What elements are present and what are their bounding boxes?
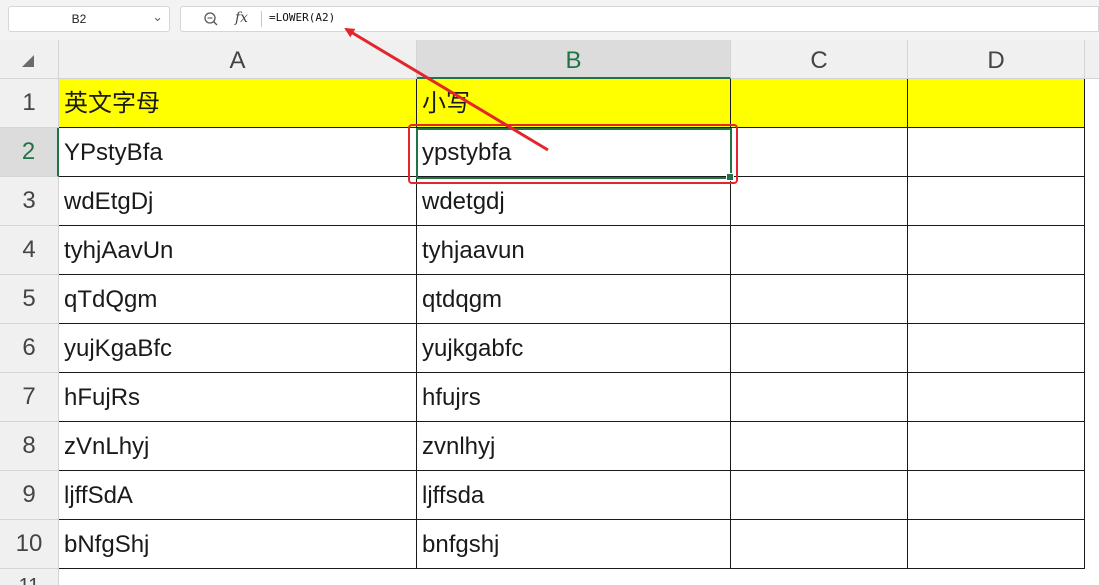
cell-c4[interactable] xyxy=(731,226,908,275)
cell-a7[interactable]: hFujRs xyxy=(59,373,417,422)
cell-b1[interactable]: 小写 xyxy=(417,79,731,128)
cell-b8[interactable]: zvnlhyj xyxy=(417,422,731,471)
cell-d2[interactable] xyxy=(908,128,1085,177)
row-header-2[interactable]: 2 xyxy=(0,128,59,177)
column-header-a[interactable]: A xyxy=(59,40,417,79)
cell-a3[interactable]: wdEtgDj xyxy=(59,177,417,226)
cell-c8[interactable] xyxy=(731,422,908,471)
name-box[interactable]: B2 ⌄ xyxy=(8,6,170,32)
column-header-b[interactable]: B xyxy=(417,40,731,79)
cell-b9[interactable]: ljffsda xyxy=(417,471,731,520)
cell-b6[interactable]: yujkgabfc xyxy=(417,324,731,373)
formula-input[interactable]: fx =LOWER(A2) xyxy=(180,6,1099,32)
cell-d9[interactable] xyxy=(908,471,1085,520)
divider xyxy=(261,11,262,27)
cell-a6[interactable]: yujKgaBfc xyxy=(59,324,417,373)
cell-a9[interactable]: ljffSdA xyxy=(59,471,417,520)
cell-a4[interactable]: tyhjAavUn xyxy=(59,226,417,275)
row-header-5[interactable]: 5 xyxy=(0,275,59,324)
cell-c2[interactable] xyxy=(731,128,908,177)
cell-b7[interactable]: hfujrs xyxy=(417,373,731,422)
cell-a1[interactable]: 英文字母 xyxy=(59,79,417,128)
select-all-icon xyxy=(22,55,34,67)
formula-text[interactable]: =LOWER(A2) xyxy=(269,11,335,24)
cell-c3[interactable] xyxy=(731,177,908,226)
cell-a5[interactable]: qTdQgm xyxy=(59,275,417,324)
column-header-d[interactable]: D xyxy=(908,40,1085,79)
cell-b10[interactable]: bnfgshj xyxy=(417,520,731,569)
annotation-highlight-box xyxy=(408,124,738,184)
row-header-6[interactable]: 6 xyxy=(0,324,59,373)
row-header-9[interactable]: 9 xyxy=(0,471,59,520)
formula-bar: B2 ⌄ fx =LOWER(A2) xyxy=(0,0,1099,40)
row-header-3[interactable]: 3 xyxy=(0,177,59,226)
cell-a2[interactable]: YPstyBfa xyxy=(59,128,417,177)
select-all-button[interactable] xyxy=(0,40,59,79)
cell-a10[interactable]: bNfgShj xyxy=(59,520,417,569)
cell-d10[interactable] xyxy=(908,520,1085,569)
cell-d4[interactable] xyxy=(908,226,1085,275)
cell-d3[interactable] xyxy=(908,177,1085,226)
cell-c9[interactable] xyxy=(731,471,908,520)
cell-d8[interactable] xyxy=(908,422,1085,471)
column-header-c[interactable]: C xyxy=(731,40,908,79)
row-header-11[interactable]: 11 xyxy=(0,569,59,585)
cell-reference: B2 xyxy=(71,12,87,26)
zoom-icon[interactable] xyxy=(203,11,219,27)
cell-d7[interactable] xyxy=(908,373,1085,422)
function-icon[interactable]: fx xyxy=(235,10,248,26)
cell-a8[interactable]: zVnLhyj xyxy=(59,422,417,471)
cell-d1[interactable] xyxy=(908,79,1085,128)
row-header-10[interactable]: 10 xyxy=(0,520,59,569)
column-header-overflow xyxy=(1085,40,1099,79)
row-header-1[interactable]: 1 xyxy=(0,79,59,128)
row-header-8[interactable]: 8 xyxy=(0,422,59,471)
cell-c5[interactable] xyxy=(731,275,908,324)
chevron-down-icon[interactable]: ⌄ xyxy=(152,9,163,25)
cell-d6[interactable] xyxy=(908,324,1085,373)
cell-b3[interactable]: wdetgdj xyxy=(417,177,731,226)
cell-d5[interactable] xyxy=(908,275,1085,324)
cell-b5[interactable]: qtdqgm xyxy=(417,275,731,324)
cell-c6[interactable] xyxy=(731,324,908,373)
cell-c7[interactable] xyxy=(731,373,908,422)
row-header-4[interactable]: 4 xyxy=(0,226,59,275)
row-header-7[interactable]: 7 xyxy=(0,373,59,422)
cell-b4[interactable]: tyhjaavun xyxy=(417,226,731,275)
cell-c1[interactable] xyxy=(731,79,908,128)
cell-c10[interactable] xyxy=(731,520,908,569)
